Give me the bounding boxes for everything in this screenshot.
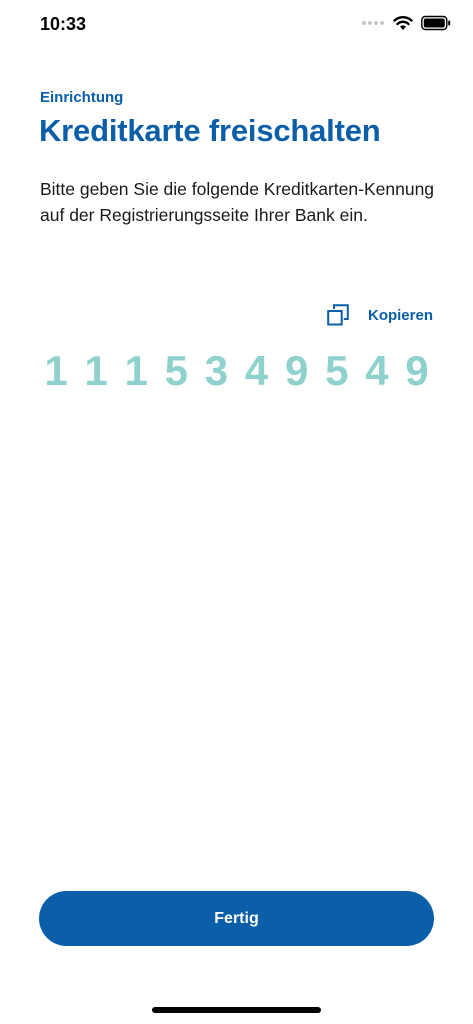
card-id-digit: 1 — [84, 347, 108, 394]
battery-icon — [421, 15, 451, 31]
card-id-display: 1 1 1 5 3 4 9 5 4 9 — [40, 347, 433, 395]
instruction-text: Bitte geben Sie die folgende Kreditkarte… — [40, 179, 435, 225]
section-label: Einrichtung — [40, 89, 124, 106]
wifi-icon — [393, 16, 413, 30]
copy-button[interactable]: Kopieren — [327, 304, 433, 326]
card-id-digit: 1 — [124, 347, 148, 394]
page-title: Kreditkarte freischalten — [39, 113, 381, 148]
card-id-digit: 9 — [284, 347, 309, 394]
done-button-label: Fertig — [214, 909, 259, 927]
copy-label: Kopieren — [367, 306, 433, 324]
status-time: 10:33 — [40, 14, 87, 34]
card-id-digit: 3 — [204, 347, 229, 394]
done-button[interactable]: Fertig — [39, 891, 434, 946]
status-bar: 10:33 — [0, 0, 473, 50]
card-id-digit: 5 — [164, 347, 188, 394]
status-indicators — [362, 15, 451, 31]
card-id-digit: 1 — [44, 347, 68, 394]
card-id-digit: 4 — [365, 347, 389, 394]
home-indicator[interactable] — [152, 1007, 321, 1013]
cellular-signal-icon — [362, 21, 384, 25]
card-id-digit: 9 — [405, 347, 429, 394]
card-id-digit: 5 — [325, 347, 349, 394]
copy-icon — [327, 304, 349, 326]
card-id-digit: 4 — [244, 347, 269, 394]
